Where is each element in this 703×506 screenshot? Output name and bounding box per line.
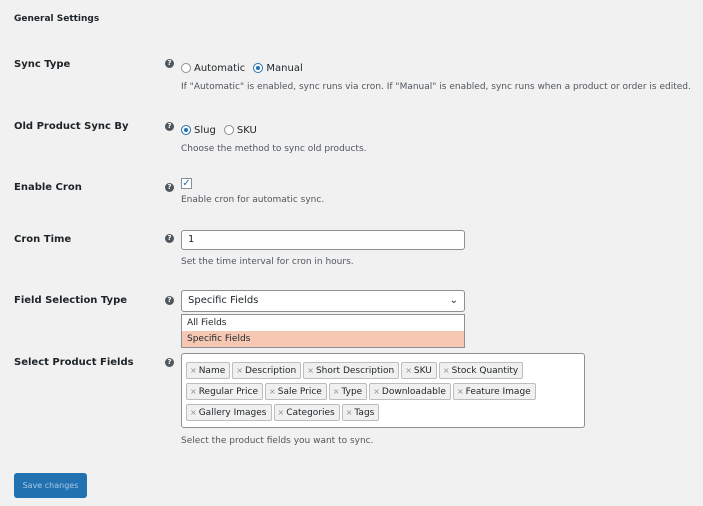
enable-cron-description: Enable cron for automatic sync. <box>181 195 325 205</box>
remove-tag-icon[interactable]: × <box>236 366 243 375</box>
tag-sku[interactable]: × SKU <box>401 362 437 379</box>
radio-slug-label: Slug <box>194 124 216 136</box>
remove-tag-icon[interactable]: × <box>457 387 464 396</box>
remove-tag-icon[interactable]: × <box>269 387 276 396</box>
tag-label: SKU <box>413 366 432 376</box>
enable-cron-label: Enable Cron <box>14 182 82 193</box>
old-sync-label: Old Product Sync By <box>14 121 129 132</box>
question-circle-icon[interactable]: ? <box>165 122 174 131</box>
tag-sale-price[interactable]: × Sale Price <box>265 383 327 400</box>
old-sync-radio-group: Slug SKU <box>181 120 257 139</box>
sync-type-label: Sync Type <box>14 59 71 70</box>
tag-label: Gallery Images <box>198 408 267 418</box>
sync-type-description: If "Automatic" is enabled, sync runs via… <box>181 82 691 92</box>
old-sync-description: Choose the method to sync old products. <box>181 144 367 154</box>
section-title: General Settings <box>14 14 100 24</box>
tag-label: Downloadable <box>381 387 446 397</box>
tag-label: Description <box>244 366 297 376</box>
remove-tag-icon[interactable]: × <box>190 366 197 375</box>
cron-time-description: Set the time interval for cron in hours. <box>181 257 354 267</box>
tag-stock-quantity[interactable]: × Stock Quantity <box>438 362 524 379</box>
question-circle-icon[interactable]: ? <box>165 183 174 192</box>
old-sync-sku-option[interactable]: SKU <box>223 124 257 136</box>
tag-categories[interactable]: × Categories <box>273 404 340 421</box>
enable-cron-checkbox[interactable]: ✓ <box>181 178 192 189</box>
remove-tag-icon[interactable]: × <box>307 366 314 375</box>
question-circle-icon[interactable]: ? <box>165 296 174 305</box>
tag-regular-price[interactable]: × Regular Price <box>186 383 264 400</box>
tag-label: Feature Image <box>465 387 531 397</box>
tag-label: Type <box>341 387 363 397</box>
tag-label: Categories <box>286 408 335 418</box>
field-selection-value: Specific Fields <box>188 295 259 306</box>
tag-label: Sale Price <box>277 387 322 397</box>
tag-downloadable[interactable]: × Downloadable <box>369 383 451 400</box>
remove-tag-icon[interactable]: × <box>190 408 197 417</box>
tag-description[interactable]: × Description <box>232 362 302 379</box>
tag-label: Regular Price <box>198 387 259 397</box>
radio-automatic[interactable] <box>181 63 191 73</box>
save-changes-button[interactable]: Save changes <box>14 473 87 498</box>
field-selection-dropdown: All Fields Specific Fields <box>181 314 465 348</box>
dropdown-option-specific-fields[interactable]: Specific Fields <box>182 331 464 347</box>
product-fields-label: Select Product Fields <box>14 357 134 368</box>
question-circle-icon[interactable]: ? <box>165 59 174 68</box>
tag-tags[interactable]: × Tags <box>341 404 380 421</box>
remove-tag-icon[interactable]: × <box>373 387 380 396</box>
remove-tag-icon[interactable]: × <box>346 408 353 417</box>
tag-label: Name <box>198 366 226 376</box>
product-fields-description: Select the product fields you want to sy… <box>181 436 374 446</box>
radio-sku-label: SKU <box>236 124 257 136</box>
tag-name[interactable]: × Name <box>186 362 231 379</box>
tag-type[interactable]: × Type <box>328 383 368 400</box>
sync-type-manual-option[interactable]: Manual <box>253 62 303 74</box>
sync-type-automatic-option[interactable]: Automatic <box>181 63 245 74</box>
radio-manual[interactable] <box>253 63 264 73</box>
field-selection-select[interactable]: Specific Fields ⌄ <box>181 290 465 312</box>
sync-type-radio-group: Automatic Manual <box>181 58 303 77</box>
radio-manual-label: Manual <box>266 62 303 74</box>
tag-gallery-images[interactable]: × Gallery Images <box>186 404 272 421</box>
tag-label: Stock Quantity <box>451 366 519 376</box>
remove-tag-icon[interactable]: × <box>443 366 450 375</box>
tag-label: Tags <box>354 408 375 418</box>
cron-time-input[interactable]: 1 <box>181 230 465 250</box>
question-circle-icon[interactable]: ? <box>165 234 174 243</box>
radio-sku[interactable] <box>223 125 234 135</box>
chevron-down-icon: ⌄ <box>449 295 458 306</box>
dropdown-option-all-fields[interactable]: All Fields <box>182 315 464 331</box>
radio-slug[interactable] <box>181 125 191 135</box>
question-circle-icon[interactable]: ? <box>165 358 174 367</box>
remove-tag-icon[interactable]: × <box>333 387 340 396</box>
old-sync-slug-option[interactable]: Slug <box>181 125 216 136</box>
remove-tag-icon[interactable]: × <box>190 387 197 396</box>
radio-automatic-label: Automatic <box>194 62 246 74</box>
tag-feature-image[interactable]: × Feature Image <box>452 383 536 400</box>
remove-tag-icon[interactable]: × <box>405 366 412 375</box>
remove-tag-icon[interactable]: × <box>278 408 285 417</box>
product-fields-multiselect[interactable]: × Name × Description × Short Description × SKU ×… <box>181 353 585 428</box>
field-selection-label: Field Selection Type <box>14 295 128 306</box>
tag-short-description[interactable]: × Short Description <box>303 362 400 379</box>
cron-time-label: Cron Time <box>14 234 72 245</box>
tag-label: Short Description <box>315 366 395 376</box>
